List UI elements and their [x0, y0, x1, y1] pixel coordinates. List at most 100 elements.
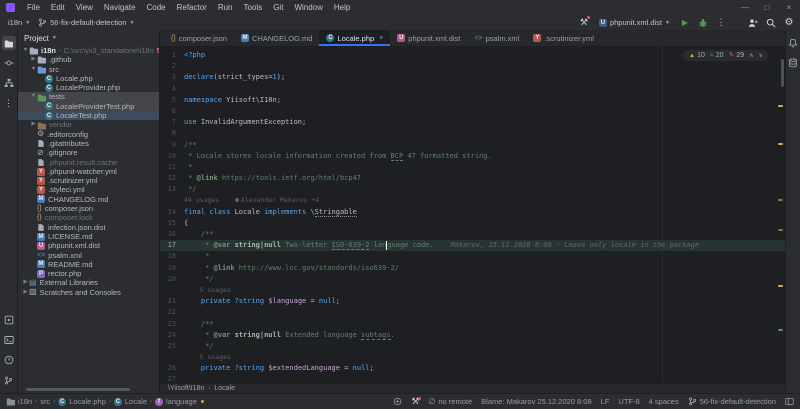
menu-refactor[interactable]: Refactor [172, 1, 212, 14]
tool-window-project[interactable] [2, 36, 16, 50]
code-line[interactable]: 19 * @link http://www.loc.gov/standards/… [160, 263, 785, 274]
code-line[interactable]: 11 * [160, 162, 785, 173]
horizontal-scrollbar[interactable] [26, 388, 130, 391]
tab-locale.php[interactable]: CLocale.php× [319, 30, 390, 46]
search-everywhere-button[interactable] [764, 16, 778, 29]
line-number[interactable]: 24 [160, 330, 184, 341]
line-number[interactable]: 17 [160, 240, 184, 251]
vertical-scrollbar[interactable] [781, 59, 784, 87]
tool-window-terminal[interactable] [2, 333, 16, 347]
code-line[interactable]: 20 */ [160, 274, 785, 285]
tree-item-phpunit.xml.dist[interactable]: Uphpunit.xml.dist [18, 241, 159, 250]
menu-navigate[interactable]: Navigate [99, 1, 141, 14]
close-button[interactable]: × [778, 0, 800, 15]
line-number[interactable]: 22 [160, 307, 184, 318]
code-line[interactable]: 13 */ [160, 184, 785, 195]
status-indent[interactable]: 4 spaces [649, 397, 679, 406]
tool-window-structure[interactable] [2, 76, 16, 90]
line-number[interactable]: 20 [160, 274, 184, 285]
code-line[interactable]: 18 * [160, 251, 785, 262]
tree-item-.phpunit-watcher.yml[interactable]: Y.phpunit-watcher.yml [18, 167, 159, 176]
line-number[interactable]: 6 [160, 106, 184, 117]
code-line[interactable]: 23 /** [160, 319, 785, 330]
inlay-hint-row[interactable]: 49 usages Alexander Makarov +4 [160, 195, 785, 206]
status-path-src[interactable]: src [40, 397, 50, 406]
branch-selector[interactable]: 56-fix-default-detection▼ [34, 17, 138, 28]
code-line[interactable]: 12 * @link https://tools.ietf.org/html/b… [160, 173, 785, 184]
line-number[interactable] [160, 352, 184, 363]
settings-button[interactable]: ⚙ [782, 16, 796, 29]
code-line[interactable]: 9/** [160, 140, 785, 151]
status-encoding[interactable]: UTF-8 [618, 397, 639, 406]
code-line[interactable]: 8 [160, 128, 785, 139]
menu-window[interactable]: Window [289, 1, 327, 14]
code-line[interactable]: 7use InvalidArgumentException; [160, 117, 785, 128]
code-line[interactable]: 16 /** [160, 229, 785, 240]
chevron-down-icon[interactable]: ▼ [30, 65, 37, 74]
menu-run[interactable]: Run [213, 1, 238, 14]
line-number[interactable]: 11 [160, 162, 184, 173]
tree-item-.gitignore[interactable]: ⊘.gitignore [18, 148, 159, 157]
chevron-right-icon[interactable]: ▶ [30, 55, 37, 64]
line-number[interactable]: 25 [160, 341, 184, 352]
tree-item-.styleci.yml[interactable]: Y.styleci.yml [18, 185, 159, 194]
tree-item-psalm.xml[interactable]: <>psalm.xml [18, 251, 159, 260]
code-line[interactable]: 4 [160, 84, 785, 95]
tool-window-git-branch[interactable] [2, 373, 16, 387]
menu-edit[interactable]: Edit [46, 1, 70, 14]
stripe-mark[interactable] [778, 105, 783, 107]
line-number[interactable]: 10 [160, 151, 184, 162]
code-line[interactable]: 22 [160, 307, 785, 318]
breadcrumb-item[interactable]: Locale [214, 385, 235, 392]
line-number[interactable]: 14 [160, 207, 184, 218]
tree-item-localeprovidertest.php[interactable]: CLocaleProviderTest.php [18, 102, 159, 111]
tree-item-vendor[interactable]: ▶vendor [18, 120, 159, 129]
line-number[interactable]: 13 [160, 184, 184, 195]
inspections-widget[interactable]: ▲10≈20✎29∧∨ [683, 50, 769, 61]
line-number[interactable]: 16 [160, 229, 184, 240]
line-number[interactable]: 1 [160, 50, 184, 61]
tab-.scrutinizer.yml[interactable]: Y.scrutinizer.yml [526, 30, 601, 46]
code-editor[interactable]: 1<?php23declare(strict_types=1);45namesp… [160, 47, 785, 383]
minimize-button[interactable]: — [734, 0, 756, 15]
code-line[interactable]: 2 [160, 61, 785, 72]
tree-item-externallibraries[interactable]: ▶▤External Libraries [18, 278, 159, 287]
code-line[interactable]: 14final class Locale implements \Stringa… [160, 207, 785, 218]
status-path-i18n[interactable]: i18n [6, 397, 32, 406]
tree-item-composer.json[interactable]: {}composer.json [18, 204, 159, 213]
tool-window-services[interactable] [2, 313, 16, 327]
tool-window-database[interactable] [786, 56, 800, 70]
line-number[interactable]: 15 [160, 218, 184, 229]
prev-problem-button[interactable]: ∧ [749, 53, 753, 59]
menu-help[interactable]: Help [329, 1, 355, 14]
line-number[interactable]: 3 [160, 72, 184, 83]
code-line[interactable]: 17 * @var string|null Two-letter ISO-639… [160, 240, 785, 251]
code-line[interactable]: 24 * @var string|null Extended language … [160, 330, 785, 341]
build-button[interactable]: ⚒ [577, 16, 591, 29]
line-number[interactable]: 9 [160, 140, 184, 151]
code-line[interactable]: 25 */ [160, 341, 785, 352]
tree-item-localetest.php[interactable]: CLocaleTest.php [18, 111, 159, 120]
line-number[interactable]: 27 [160, 374, 184, 383]
line-number[interactable]: 5 [160, 95, 184, 106]
next-problem-button[interactable]: ∨ [759, 53, 763, 59]
tree-item-.editorconfig[interactable]: ⚙.editorconfig [18, 130, 159, 139]
run-configuration-selector[interactable]: Uphpunit.xml.dist▼ [595, 17, 674, 28]
tree-item-changelog.md[interactable]: MCHANGELOG.md [18, 195, 159, 204]
status-remote[interactable]: ∅no remote [428, 397, 472, 406]
tree-item-license.md[interactable]: MLICENSE.md [18, 232, 159, 241]
tree-item-rector.php[interactable]: Prector.php [18, 269, 159, 278]
chevron-down-icon[interactable]: ▼ [30, 92, 37, 101]
tool-window-problems[interactable] [2, 353, 16, 367]
maximize-button[interactable]: □ [756, 0, 778, 15]
inlay-hint-row[interactable]: 5 usages [160, 352, 785, 363]
more-actions-button[interactable]: ⋮ [714, 16, 728, 29]
line-number[interactable]: 19 [160, 263, 184, 274]
code-line[interactable]: 10 * Locale stores locale information cr… [160, 151, 785, 162]
tree-item-.phpunit.result.cache[interactable]: .phpunit.result.cache [18, 158, 159, 167]
debug-button[interactable] [696, 16, 710, 29]
line-number[interactable] [160, 195, 184, 206]
line-number[interactable]: 7 [160, 117, 184, 128]
stripe-mark[interactable] [778, 229, 783, 231]
tree-item-.github[interactable]: ▶.github [18, 55, 159, 64]
